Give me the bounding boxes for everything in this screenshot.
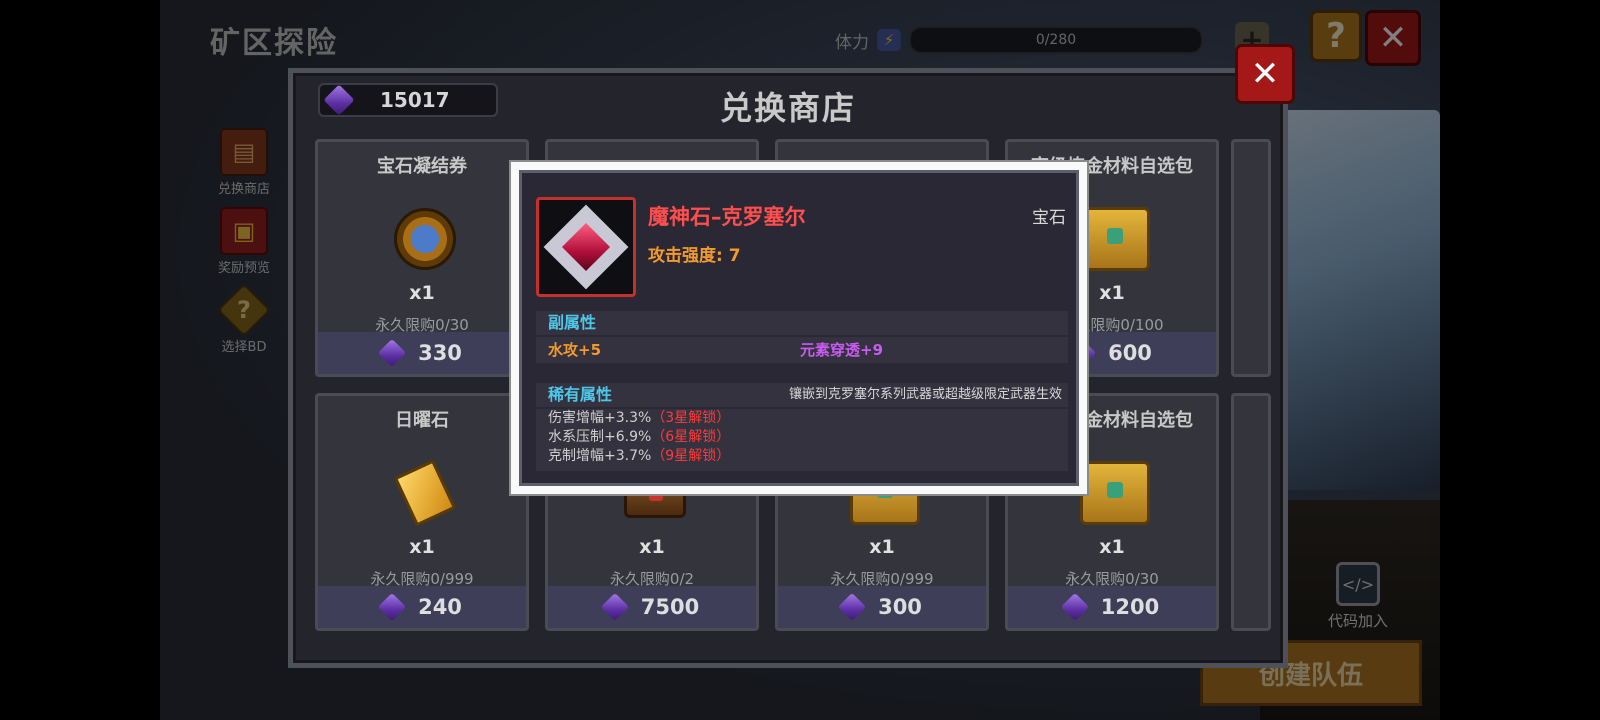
sunstone-icon bbox=[390, 458, 460, 528]
item-quantity: x1 bbox=[639, 536, 665, 558]
item-name: 日曜石 bbox=[395, 410, 449, 431]
item-price: 240 bbox=[418, 595, 462, 619]
coupon-icon bbox=[390, 204, 460, 274]
material-bag-icon bbox=[1080, 458, 1150, 528]
rare-attribute: 伤害增幅+3.3%（3星解锁） bbox=[548, 409, 1068, 428]
sub-attributes-header: 副属性 bbox=[536, 311, 1068, 335]
purple-gem-icon bbox=[600, 592, 629, 622]
item-price: 600 bbox=[1108, 341, 1152, 365]
price-bar: 300 bbox=[778, 586, 986, 628]
rare-attribute: 克制增幅+3.7%（9星解锁） bbox=[548, 447, 1068, 466]
rare-attributes-label: 稀有属性 bbox=[548, 385, 613, 404]
rare-attribute-text: 水系压制+6.9% bbox=[548, 429, 652, 445]
item-price: 330 bbox=[418, 341, 462, 365]
item-name: 宝石凝结券 bbox=[377, 156, 467, 177]
attack-stat: 攻击强度: 7 bbox=[648, 246, 741, 266]
shop-title: 兑换商店 bbox=[719, 89, 856, 127]
item-quantity: x1 bbox=[869, 536, 895, 558]
rare-attribute: 水系压制+6.9%（6星解锁） bbox=[548, 428, 1068, 447]
price-bar: 1200 bbox=[1008, 586, 1216, 628]
rare-attribute-text: 伤害增幅+3.3% bbox=[548, 410, 652, 426]
item-quantity: x1 bbox=[1099, 536, 1125, 558]
shop-card[interactable]: 日曜石 x1 永久限购0/999 240 bbox=[315, 393, 529, 631]
sub-attribute-penetration: 元素穿透+9 bbox=[800, 341, 884, 359]
price-bar: 240 bbox=[318, 586, 526, 628]
item-quantity: x1 bbox=[409, 282, 435, 304]
item-price: 300 bbox=[878, 595, 922, 619]
item-type: 宝石 bbox=[1032, 208, 1066, 228]
rare-attributes-header: 稀有属性 镶嵌到克罗塞尔系列武器或超越级限定武器生效 bbox=[536, 383, 1068, 407]
shop-card-partial[interactable] bbox=[1231, 139, 1271, 377]
item-quantity: x1 bbox=[409, 536, 435, 558]
item-title: 魔神石–克罗塞尔 bbox=[648, 205, 806, 229]
material-bag-icon bbox=[1080, 204, 1150, 274]
rare-attributes-list: 伤害增幅+3.3%（3星解锁） 水系压制+6.9%（6星解锁） 克制增幅+3.7… bbox=[536, 409, 1068, 471]
unlock-condition: （9星解锁） bbox=[651, 448, 731, 464]
shop-close-button[interactable]: ✕ bbox=[1235, 44, 1295, 104]
shop-card[interactable]: 宝石凝结券 x1 永久限购0/30 330 bbox=[315, 139, 529, 377]
shop-card-partial[interactable] bbox=[1231, 393, 1271, 631]
purple-gem-icon bbox=[377, 592, 407, 622]
ruby-gem-icon bbox=[536, 197, 636, 297]
sub-attributes: 水攻+5 元素穿透+9 bbox=[536, 337, 1068, 363]
price-bar: 7500 bbox=[548, 586, 756, 628]
price-bar: 330 bbox=[318, 332, 526, 374]
item-price: 7500 bbox=[640, 595, 700, 619]
unlock-condition: （3星解锁） bbox=[651, 410, 731, 426]
purple-gem-icon bbox=[377, 338, 407, 368]
unlock-condition: （6星解锁） bbox=[651, 429, 731, 445]
rare-attribute-text: 克制增幅+3.7% bbox=[548, 448, 652, 464]
purple-gem-icon bbox=[1060, 592, 1089, 622]
sub-attribute-water-attack: 水攻+5 bbox=[548, 341, 602, 359]
item-tooltip: 魔神石–克罗塞尔 宝石 攻击强度: 7 副属性 水攻+5 元素穿透+9 稀有属性… bbox=[509, 160, 1089, 496]
rare-attributes-note: 镶嵌到克罗塞尔系列武器或超越级限定武器生效 bbox=[788, 387, 1062, 402]
tooltip-body: 魔神石–克罗塞尔 宝石 攻击强度: 7 副属性 水攻+5 元素穿透+9 稀有属性… bbox=[519, 170, 1079, 486]
item-price: 1200 bbox=[1100, 595, 1160, 619]
purple-gem-icon bbox=[837, 592, 867, 622]
